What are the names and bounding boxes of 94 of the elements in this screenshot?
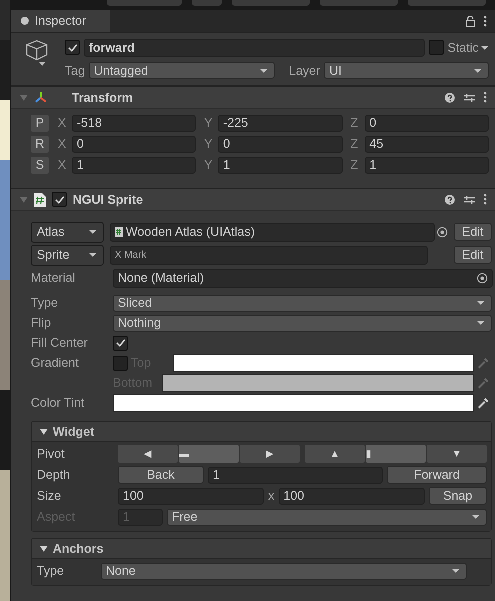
name-field[interactable]: forward bbox=[84, 38, 425, 56]
material-field[interactable]: None (Material) bbox=[113, 268, 493, 288]
active-checkbox[interactable] bbox=[65, 40, 80, 55]
layer-label: Layer bbox=[289, 64, 320, 78]
static-dropdown[interactable]: Static bbox=[448, 40, 489, 54]
presets-icon[interactable] bbox=[464, 92, 475, 102]
pivot-button[interactable]: ▼ bbox=[427, 445, 487, 463]
height-field[interactable]: 100 bbox=[278, 488, 425, 504]
flip-dropdown[interactable]: Nothing bbox=[113, 314, 492, 332]
object-picker-icon[interactable] bbox=[477, 272, 488, 284]
fill-center-checkbox[interactable] bbox=[113, 336, 128, 350]
size-label: Size bbox=[36, 489, 62, 503]
help-icon[interactable] bbox=[445, 194, 455, 204]
atlas-dropdown[interactable]: Atlas bbox=[31, 222, 104, 242]
more-icon[interactable] bbox=[484, 194, 487, 205]
reset-button[interactable]: P bbox=[31, 114, 49, 132]
section-title: Widget bbox=[53, 424, 95, 438]
axis-label: X bbox=[58, 158, 68, 172]
check-icon bbox=[68, 44, 78, 52]
sprite-field[interactable]: X Mark bbox=[110, 246, 428, 264]
axis-label: X bbox=[58, 116, 68, 130]
color-swatch[interactable] bbox=[162, 374, 474, 392]
lock-icon[interactable] bbox=[466, 16, 475, 26]
depth-field[interactable]: 1 bbox=[208, 466, 383, 484]
color-swatch[interactable] bbox=[113, 394, 474, 412]
component-title: NGUI Sprite bbox=[73, 192, 144, 206]
component-title: Transform bbox=[72, 90, 134, 104]
reset-button[interactable]: S bbox=[31, 156, 49, 174]
sprite-dropdown[interactable]: Sprite bbox=[31, 244, 104, 266]
vector-field[interactable]: 0 bbox=[72, 136, 196, 152]
vector-field[interactable]: -225 bbox=[218, 114, 343, 132]
tag-label: Tag bbox=[65, 64, 86, 78]
axis-label: Y bbox=[204, 137, 214, 151]
info-icon bbox=[21, 17, 29, 25]
inspector-tab[interactable]: Inspector bbox=[11, 10, 110, 32]
pivot-button[interactable]: ▮ bbox=[366, 445, 426, 463]
axis-label: Z bbox=[350, 137, 360, 151]
vector-field[interactable]: -518 bbox=[72, 114, 196, 132]
type-dropdown[interactable]: Sliced bbox=[113, 294, 492, 312]
script-icon bbox=[34, 192, 46, 206]
back-button[interactable]: Back bbox=[118, 466, 204, 484]
help-icon[interactable] bbox=[445, 92, 455, 102]
pivot-button[interactable]: ▲ bbox=[305, 445, 365, 463]
color-tint-label: Color Tint bbox=[31, 396, 86, 410]
section-header[interactable]: Anchors bbox=[32, 539, 491, 559]
anchor-type-dropdown[interactable]: None bbox=[101, 562, 467, 580]
check-icon bbox=[116, 339, 126, 347]
type-label: Type bbox=[31, 296, 60, 310]
anchor-type-label: Type bbox=[36, 564, 66, 578]
pivot-label: Pivot bbox=[36, 447, 66, 461]
more-icon[interactable] bbox=[484, 92, 487, 103]
forward-button[interactable]: Forward bbox=[387, 466, 487, 484]
layer-dropdown[interactable]: UI bbox=[324, 62, 489, 79]
vector-field[interactable]: 0 bbox=[364, 114, 489, 132]
axis-label: X bbox=[58, 137, 68, 151]
fill-center-label: Fill Center bbox=[31, 336, 89, 350]
gradient-checkbox[interactable] bbox=[113, 356, 128, 370]
more-icon[interactable] bbox=[484, 16, 487, 26]
axis-label: Y bbox=[204, 116, 214, 130]
pivot-button[interactable]: ▬ bbox=[179, 445, 239, 463]
vector-field[interactable]: 1 bbox=[72, 156, 196, 174]
static-checkbox[interactable] bbox=[428, 40, 444, 55]
section-title: Anchors bbox=[53, 542, 104, 556]
pivot-button[interactable]: ▶ bbox=[240, 445, 300, 463]
tag-dropdown[interactable]: Untagged bbox=[89, 62, 276, 79]
snap-button[interactable]: Snap bbox=[429, 487, 487, 505]
presets-icon[interactable] bbox=[464, 194, 475, 204]
gradient-label: Gradient bbox=[31, 356, 80, 370]
axis-label: Z bbox=[350, 158, 360, 172]
enabled-checkbox[interactable] bbox=[52, 192, 67, 207]
reset-button[interactable]: R bbox=[31, 136, 49, 152]
vector-field[interactable]: 0 bbox=[218, 136, 343, 152]
vector-field[interactable]: 45 bbox=[364, 136, 489, 152]
material-label: Material bbox=[31, 271, 76, 285]
edit-button[interactable]: Edit bbox=[454, 246, 492, 264]
component-header[interactable]: Transform bbox=[11, 86, 495, 109]
depth-label: Depth bbox=[36, 468, 72, 482]
separator-label: x bbox=[268, 489, 275, 503]
atlas-field[interactable]: Wooden Atlas (UIAtlas) bbox=[110, 222, 435, 242]
component-header[interactable]: NGUI Sprite bbox=[11, 188, 495, 211]
check-icon bbox=[54, 196, 64, 204]
section-header[interactable]: Widget bbox=[32, 422, 491, 442]
vector-field[interactable]: 1 bbox=[218, 156, 343, 174]
object-picker-icon[interactable] bbox=[437, 226, 448, 238]
flip-label: Flip bbox=[31, 316, 52, 330]
axes-icon bbox=[34, 90, 48, 104]
width-field[interactable]: 100 bbox=[118, 488, 264, 504]
edit-button[interactable]: Edit bbox=[454, 223, 492, 241]
axis-label: Y bbox=[204, 158, 214, 172]
axis-label: Z bbox=[350, 116, 360, 130]
vector-field[interactable]: 1 bbox=[364, 156, 489, 174]
color-swatch[interactable] bbox=[173, 354, 474, 372]
script-icon bbox=[115, 227, 123, 237]
pivot-button[interactable]: ◀ bbox=[118, 445, 178, 463]
